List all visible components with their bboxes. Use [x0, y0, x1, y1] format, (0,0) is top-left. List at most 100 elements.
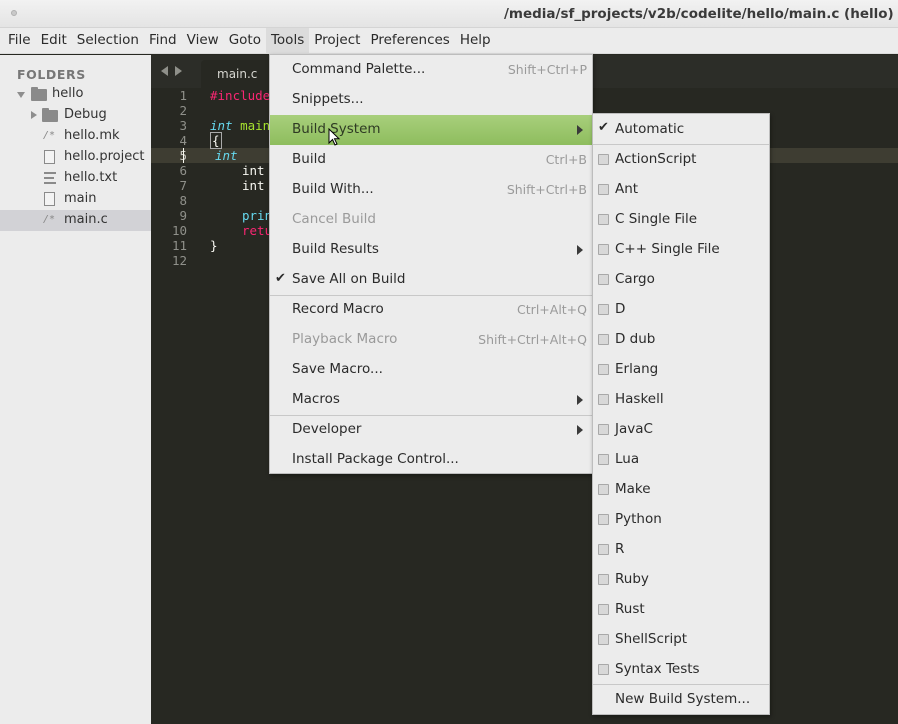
checkbox-icon — [598, 244, 609, 255]
folders-header: FOLDERS — [17, 67, 86, 82]
checkbox-icon — [598, 424, 609, 435]
line-number: 4 — [179, 133, 187, 148]
code-file-icon: /* — [43, 130, 56, 141]
checkbox-icon — [598, 514, 609, 525]
menu-item-label: Cancel Build — [292, 211, 376, 227]
menu-help[interactable]: Help — [455, 28, 496, 54]
menu-item-snippets[interactable]: Snippets... — [270, 85, 592, 115]
build-system-item[interactable]: Erlang — [593, 354, 769, 384]
menu-view[interactable]: View — [182, 28, 224, 54]
build-system-item[interactable]: Rust — [593, 594, 769, 624]
code-token: int — [242, 178, 265, 193]
checkbox-icon — [598, 664, 609, 675]
code-token: int — [210, 118, 233, 133]
menu-goto[interactable]: Goto — [224, 28, 266, 54]
tree-item-hello-mk[interactable]: /* hello.mk — [0, 126, 151, 147]
menu-item-build-results[interactable]: Build Results — [270, 235, 592, 265]
tree-item-debug[interactable]: Debug — [0, 105, 151, 126]
menu-item-macros[interactable]: Macros — [270, 385, 592, 415]
build-system-item[interactable]: Syntax Tests — [593, 654, 769, 684]
expand-arrow-icon[interactable] — [17, 92, 25, 98]
menu-file[interactable]: File — [3, 28, 36, 54]
menu-edit[interactable]: Edit — [36, 28, 72, 54]
tab-nav-arrows[interactable] — [161, 66, 187, 78]
menu-item-label: D dub — [615, 331, 656, 347]
menu-item-record-macro[interactable]: Record Macro Ctrl+Alt+Q — [270, 295, 592, 325]
menu-item-install-package-control[interactable]: Install Package Control... — [270, 445, 592, 475]
code-line-6: int — [242, 163, 265, 178]
code-file-icon: /* — [43, 214, 56, 225]
checkbox-icon — [598, 574, 609, 585]
code-line-1: #include — [210, 88, 270, 103]
code-line-10: retu — [242, 223, 272, 238]
menu-item-label: Haskell — [615, 391, 664, 407]
code-token: int — [242, 163, 265, 178]
submenu-arrow-icon — [577, 245, 583, 255]
file-icon — [44, 150, 55, 164]
build-system-item[interactable]: C++ Single File — [593, 234, 769, 264]
menu-item-developer[interactable]: Developer — [270, 415, 592, 445]
code-token: { — [210, 132, 222, 149]
build-system-item[interactable]: Haskell — [593, 384, 769, 414]
tree-item-label: hello.project — [64, 149, 145, 164]
menu-item-label: C Single File — [615, 211, 698, 227]
menu-item-label: JavaC — [615, 421, 653, 437]
tab-prev-icon[interactable] — [161, 66, 168, 76]
tree-item-label: hello.txt — [64, 170, 118, 185]
build-system-item[interactable]: R — [593, 534, 769, 564]
tab-label: main.c — [217, 67, 258, 81]
submenu-arrow-icon — [577, 395, 583, 405]
menu-item-build[interactable]: Build Ctrl+B — [270, 145, 592, 175]
build-system-item[interactable]: Ruby — [593, 564, 769, 594]
menu-item-build-system[interactable]: Build System — [270, 115, 592, 145]
line-number: 10 — [171, 223, 187, 238]
text-cursor — [183, 148, 184, 163]
tab-next-icon[interactable] — [175, 66, 182, 76]
build-system-item[interactable]: Python — [593, 504, 769, 534]
tree-item-label: hello.mk — [64, 128, 120, 143]
menu-item-label: Record Macro — [292, 301, 384, 317]
menu-item-label: Make — [615, 481, 651, 497]
tree-item-hello-txt[interactable]: hello.txt — [0, 168, 151, 189]
menu-item-save-all-on-build[interactable]: ✔ Save All on Build — [270, 265, 592, 295]
menu-item-save-macro[interactable]: Save Macro... — [270, 355, 592, 385]
collapse-arrow-icon[interactable] — [31, 111, 37, 119]
build-system-item[interactable]: ActionScript — [593, 144, 769, 174]
menu-item-label: Install Package Control... — [292, 451, 459, 467]
build-system-item[interactable]: Lua — [593, 444, 769, 474]
build-system-item[interactable]: JavaC — [593, 414, 769, 444]
menu-preferences[interactable]: Preferences — [365, 28, 454, 54]
build-system-item-new[interactable]: New Build System... — [593, 684, 769, 714]
tree-item-main-c[interactable]: /* main.c — [0, 210, 151, 231]
build-system-item[interactable]: D dub — [593, 324, 769, 354]
build-system-item[interactable]: ShellScript — [593, 624, 769, 654]
build-system-item[interactable]: D — [593, 294, 769, 324]
build-system-item[interactable]: C Single File — [593, 204, 769, 234]
build-system-item[interactable]: Ant — [593, 174, 769, 204]
code-line-9: prin — [242, 208, 272, 223]
checkbox-icon — [598, 484, 609, 495]
menu-selection[interactable]: Selection — [72, 28, 144, 54]
menu-item-label: Lua — [615, 451, 640, 467]
menu-item-label: Python — [615, 511, 662, 527]
window-control-icon[interactable] — [11, 10, 17, 16]
menu-item-label: New Build System... — [615, 691, 751, 707]
tree-item-main[interactable]: main — [0, 189, 151, 210]
mouse-pointer-icon — [328, 128, 341, 146]
window-title: /media/sf_projects/v2b/codelite/hello/ma… — [503, 6, 898, 22]
checkbox-icon — [598, 274, 609, 285]
menu-item-build-with[interactable]: Build With... Shift+Ctrl+B — [270, 175, 592, 205]
build-system-item[interactable]: Make — [593, 474, 769, 504]
build-system-item[interactable]: Cargo — [593, 264, 769, 294]
checkbox-icon — [598, 364, 609, 375]
tree-item-hello-project[interactable]: hello.project — [0, 147, 151, 168]
tree-item-hello[interactable]: hello — [0, 84, 151, 105]
checkbox-icon — [598, 154, 609, 165]
menu-find[interactable]: Find — [144, 28, 182, 54]
menu-item-label: Build Results — [292, 241, 379, 257]
build-system-item-automatic[interactable]: ✔ Automatic — [593, 114, 769, 144]
menu-project[interactable]: Project — [309, 28, 365, 54]
menu-item-command-palette[interactable]: Command Palette... Shift+Ctrl+P — [270, 55, 592, 85]
menu-tools[interactable]: Tools — [265, 28, 310, 54]
menu-item-label: Syntax Tests — [615, 661, 700, 677]
